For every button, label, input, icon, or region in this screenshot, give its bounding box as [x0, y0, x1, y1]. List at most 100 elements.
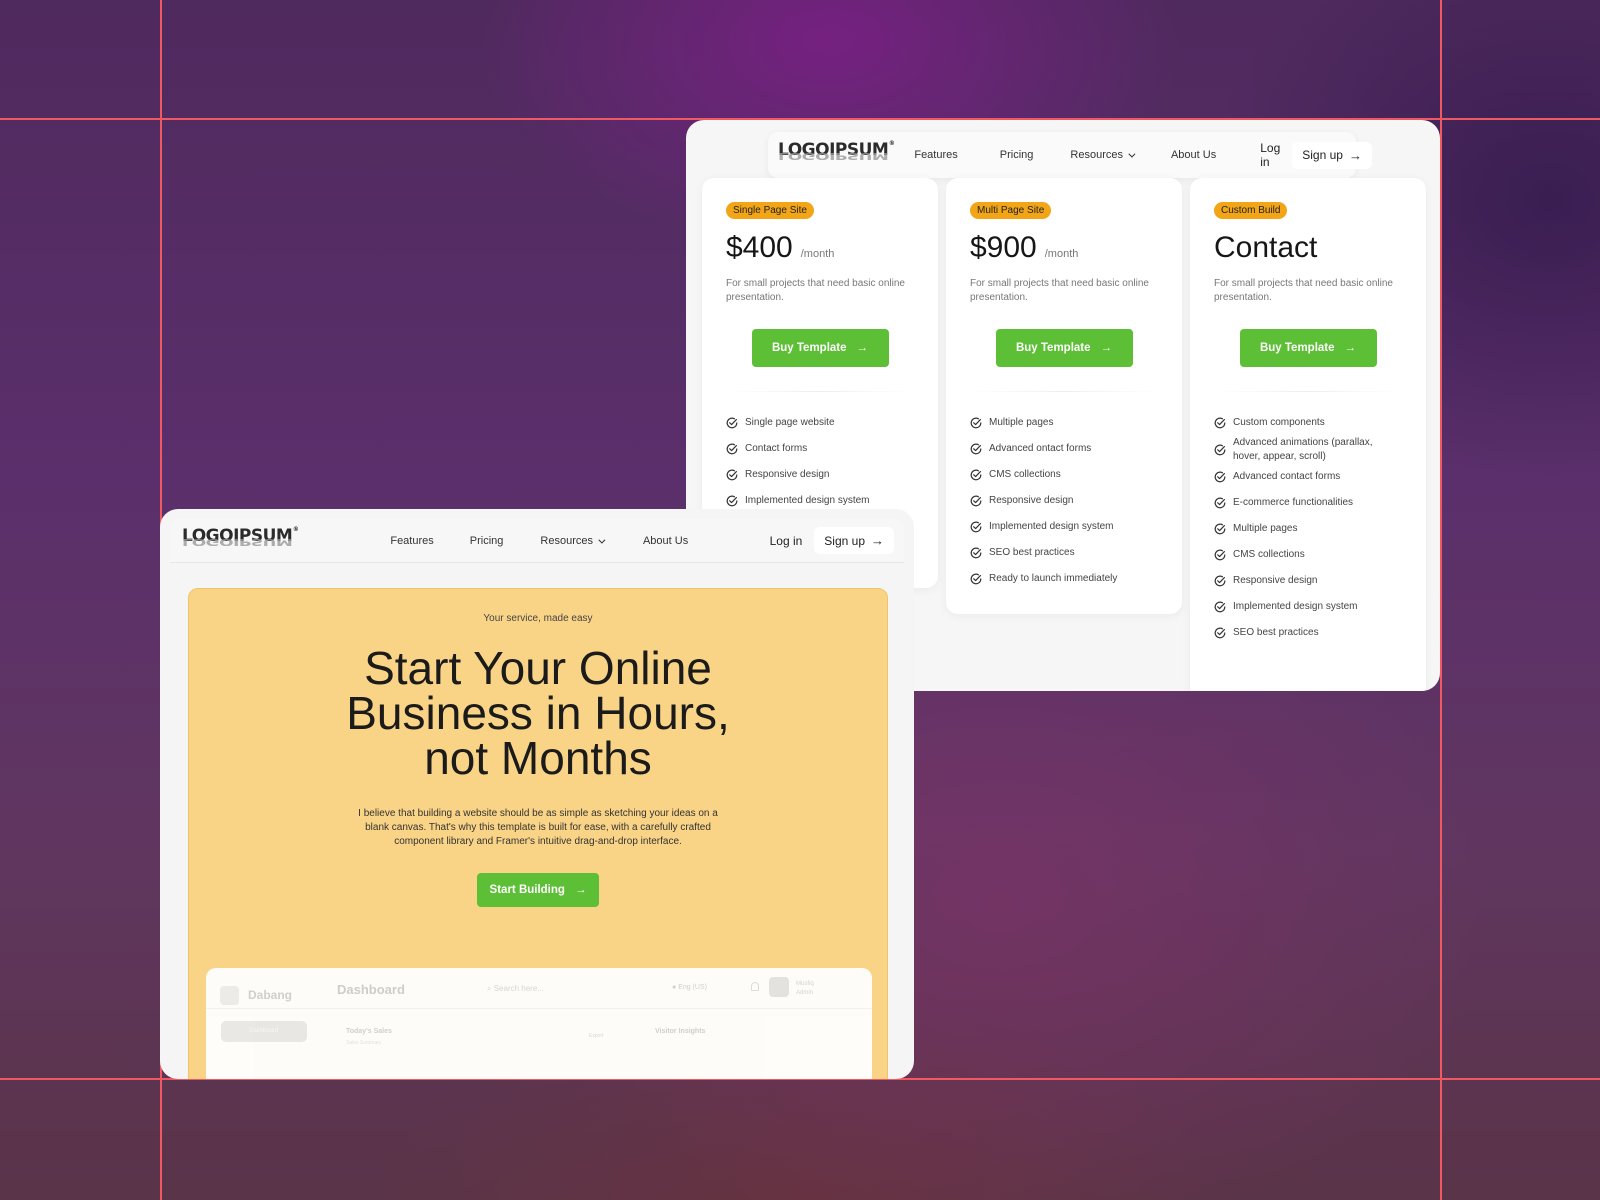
feature-list: Custom components Advanced animations (pa… [1214, 410, 1402, 646]
guide-line-vertical-right [1440, 0, 1442, 1200]
feature-item: Contact forms [726, 436, 914, 462]
nav-resources-label: Resources [1070, 149, 1123, 161]
feature-text: Responsive design [989, 495, 1074, 506]
buy-template-label: Buy Template [1259, 342, 1335, 354]
check-circle-icon [970, 573, 982, 585]
hero-section: Your service, made easy Start Your Onlin… [188, 588, 888, 1079]
chevron-down-icon [1128, 150, 1136, 158]
signup-label: Sign up [1302, 148, 1343, 162]
divider [1214, 391, 1402, 392]
feature-item: Multiple pages [1214, 516, 1402, 542]
nav-resources[interactable]: Resources [540, 535, 606, 547]
dashboard-card-subtitle: Sales Summary [346, 1040, 382, 1046]
feature-item: Single page website [726, 410, 914, 436]
arrow-right-icon: → [1348, 147, 1362, 163]
feature-item: Advanced ontact forms [970, 436, 1158, 462]
feature-text: SEO best practices [1233, 627, 1319, 638]
check-circle-icon [970, 521, 982, 533]
start-building-button[interactable]: Start Building → [476, 873, 600, 907]
feature-text: CMS collections [1233, 549, 1305, 560]
plan-period: /month [1044, 248, 1079, 260]
check-circle-icon [1214, 523, 1226, 535]
check-circle-icon [1214, 444, 1226, 456]
dashboard-title: Dashboard [337, 982, 405, 997]
dashboard-brand: Dabang [248, 988, 293, 1002]
signup-button[interactable]: Sign up → [814, 527, 894, 554]
check-circle-icon [970, 443, 982, 455]
feature-text: CMS collections [989, 469, 1061, 480]
nav-about[interactable]: About Us [1171, 149, 1216, 161]
arrow-right-icon: → [1344, 342, 1357, 354]
check-circle-icon [1214, 417, 1226, 429]
feature-text: Advanced contact forms [1233, 471, 1341, 482]
pricing-card-custom-build: Custom Build Contact For small projects … [1190, 178, 1426, 691]
buy-template-button[interactable]: Buy Template → [751, 329, 889, 367]
nav-features[interactable]: Features [390, 535, 433, 547]
feature-item: SEO best practices [970, 540, 1158, 566]
check-circle-icon [726, 417, 738, 429]
dashboard-language: ● Eng (US) [672, 984, 707, 991]
nav-pricing[interactable]: Pricing [470, 535, 504, 547]
feature-item: CMS collections [970, 462, 1158, 488]
check-circle-icon [970, 495, 982, 507]
feature-text: Single page website [745, 417, 835, 428]
arrow-right-icon: → [1100, 342, 1113, 354]
check-circle-icon [1214, 471, 1226, 483]
feature-item: Advanced animations (parallax, hover, ap… [1214, 436, 1402, 464]
hero-subtitle: I believe that building a website should… [358, 808, 718, 847]
check-circle-icon [1214, 575, 1226, 587]
feature-text: Advanced animations (parallax, hover, ap… [1233, 437, 1373, 462]
arrow-right-icon: → [574, 884, 587, 896]
feature-text: Multiple pages [1233, 523, 1298, 534]
check-circle-icon [970, 417, 982, 429]
divider [970, 391, 1158, 392]
feature-text: Responsive design [745, 469, 830, 480]
dashboard-search: ⌕ Search here... [487, 984, 544, 993]
logo-reflection: LOGOIPSUM [182, 535, 293, 547]
bell-icon [751, 982, 759, 991]
arrow-right-icon: → [856, 342, 869, 354]
dashboard-language-label: Eng (US) [678, 984, 707, 991]
buy-template-label: Buy Template [771, 342, 847, 354]
nav-features[interactable]: Features [914, 149, 957, 161]
check-circle-icon [1214, 601, 1226, 613]
feature-text: Implemented design system [989, 521, 1114, 532]
pricing-navbar: LOGOIPSUM ® LOGOIPSUM Features Pricing Re… [768, 132, 1372, 178]
feature-text: Advanced ontact forms [989, 443, 1092, 454]
feature-item: E-commerce functionalities [1214, 490, 1402, 516]
dashboard-user-name: Musfiq [796, 981, 814, 987]
buy-template-button[interactable]: Buy Template → [1239, 329, 1377, 367]
feature-item: Responsive design [726, 462, 914, 488]
buy-template-label: Buy Template [1015, 342, 1091, 354]
nav-pricing[interactable]: Pricing [1000, 149, 1034, 161]
feature-item: Responsive design [970, 488, 1158, 514]
feature-item: Ready to launch immediately [970, 566, 1158, 592]
signup-button[interactable]: Sign up → [1292, 141, 1372, 169]
feature-text: Responsive design [1233, 575, 1318, 586]
nav-resources[interactable]: Resources [1070, 149, 1136, 161]
feature-text: E-commerce functionalities [1233, 497, 1354, 508]
feature-text: Custom components [1233, 417, 1325, 428]
check-circle-icon [1214, 549, 1226, 561]
logo[interactable]: LOGOIPSUM ® LOGOIPSUM [778, 141, 895, 168]
check-circle-icon [726, 495, 738, 507]
hero-navbar: LOGOIPSUM ® LOGOIPSUM Features Pricing Re… [170, 519, 904, 563]
hero-eyebrow: Your service, made easy [483, 613, 593, 624]
buy-template-button[interactable]: Buy Template → [995, 329, 1133, 367]
check-circle-icon [970, 547, 982, 559]
logo[interactable]: LOGOIPSUM ® LOGOIPSUM [182, 526, 299, 554]
dashboard-insights-title: Visitor Insights [655, 1028, 706, 1035]
plan-description: For small projects that need basic onlin… [726, 278, 905, 303]
login-link[interactable]: Log in [770, 534, 803, 548]
dashboard-preview-image: Dabang Dashboard ⌕ Search here... ● Eng … [206, 968, 872, 1079]
feature-item: Responsive design [1214, 568, 1402, 594]
feature-item: Advanced contact forms [1214, 464, 1402, 490]
feature-item: Implemented design system [1214, 594, 1402, 620]
login-link[interactable]: Log in [1260, 141, 1280, 169]
check-circle-icon [970, 469, 982, 481]
plan-badge: Single Page Site [726, 202, 814, 219]
signup-label: Sign up [824, 533, 865, 548]
plan-price: $400 [726, 231, 793, 264]
nav-about[interactable]: About Us [643, 535, 688, 547]
feature-text: Implemented design system [745, 495, 870, 506]
